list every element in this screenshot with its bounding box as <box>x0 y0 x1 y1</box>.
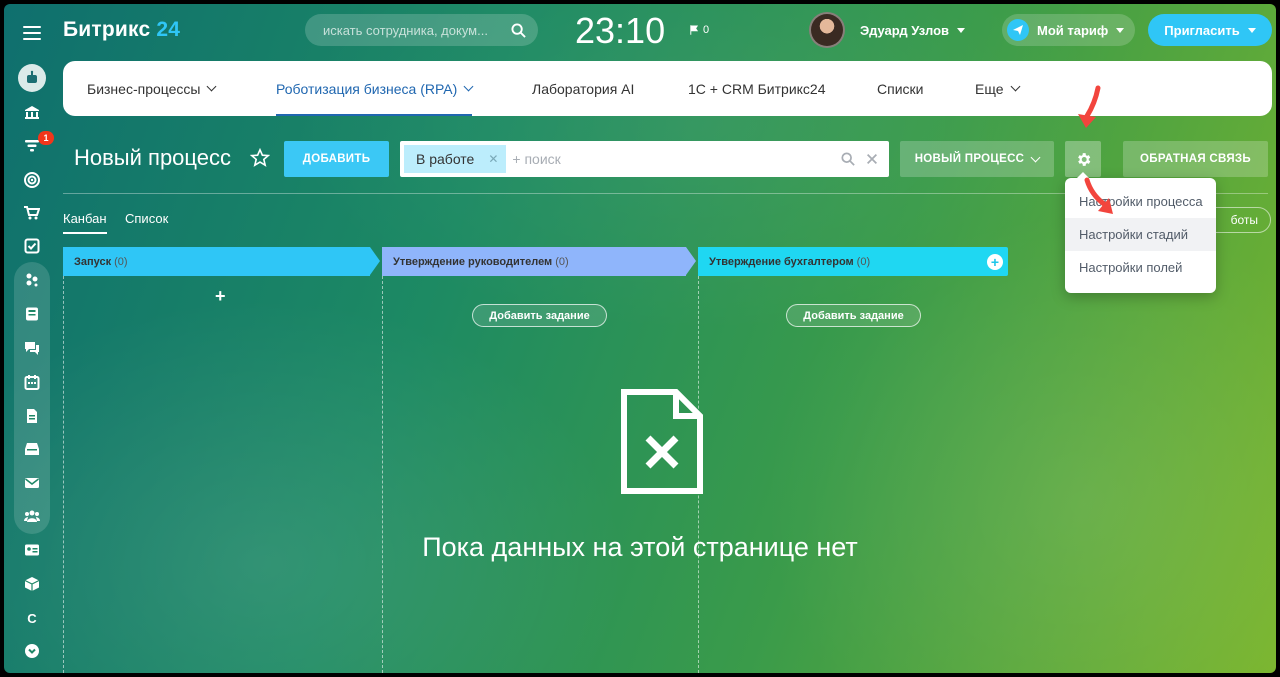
global-search[interactable]: искать сотрудника, докум... <box>305 14 538 46</box>
nav-item-label: Еще <box>975 80 1004 97</box>
stage-header-manager-approval[interactable]: Утверждение руководителем (0) <box>382 247 696 276</box>
flag-counter[interactable]: 0 <box>690 24 709 36</box>
user-menu[interactable]: Эдуард Узлов <box>860 23 966 38</box>
add-task-button[interactable]: Добавить задание <box>786 304 921 327</box>
nav-item-lists[interactable]: Списки <box>877 61 923 116</box>
column-border <box>63 276 64 673</box>
nav-item-label: Роботизация бизнеса (RPA) <box>276 80 458 97</box>
letter-c-icon[interactable]: C <box>20 606 44 630</box>
stage-count: (0) <box>555 255 569 268</box>
menu-icon[interactable] <box>23 26 41 44</box>
invite-button[interactable]: Пригласить <box>1148 14 1272 46</box>
clear-icon[interactable] <box>865 152 879 166</box>
stage-name: Утверждение бухгалтером <box>709 255 854 268</box>
stage-header-launch[interactable]: Запуск (0) <box>63 247 380 276</box>
tariff-button[interactable]: Мой тариф <box>1002 14 1135 46</box>
stage-header-accountant-approval[interactable]: Утверждение бухгалтером (0) <box>698 247 1008 276</box>
nav-item-ai-lab[interactable]: Лаборатория AI <box>532 61 634 116</box>
caret-down-icon <box>1116 27 1125 33</box>
checkbox-icon[interactable] <box>20 234 44 258</box>
chat-icon[interactable] <box>20 336 44 360</box>
chevron-down-icon <box>1030 152 1041 162</box>
menu-item-field-settings[interactable]: Настройки полей <box>1065 251 1216 284</box>
feedback-button[interactable]: ОБРАТНАЯ СВЯЗЬ <box>1123 141 1268 177</box>
robot-icon[interactable] <box>18 64 46 92</box>
app-logo[interactable]: Битрикс 24 <box>63 18 180 42</box>
close-icon[interactable]: ✕ <box>488 152 498 166</box>
avatar[interactable] <box>809 12 845 48</box>
stage-name: Утверждение руководителем <box>393 255 553 268</box>
filter-chip-label: В работе <box>416 151 475 167</box>
tab-list[interactable]: Список <box>125 211 168 232</box>
nav-item-label: Бизнес-процессы <box>87 80 201 97</box>
nav-item-label: Списки <box>877 80 924 97</box>
gear-icon <box>1077 152 1090 166</box>
left-sidebar: 1 C <box>4 4 60 673</box>
app-window: 1 C Битрикс 24 искать сотрудника, докум.… <box>4 4 1276 673</box>
document-icon[interactable] <box>20 404 44 428</box>
user-name: Эдуард Узлов <box>860 23 950 38</box>
new-process-label: НОВЫЙ ПРОЦЕСС <box>914 153 1025 165</box>
nav-item-more[interactable]: Еще <box>975 61 1020 116</box>
stage-arrow <box>370 247 380 275</box>
flag-count: 0 <box>703 24 710 36</box>
building-icon[interactable] <box>20 100 44 124</box>
nav-item-1c-crm[interactable]: 1С + CRM Битрикс24 <box>688 61 826 116</box>
nav-item-label: 1С + CRM Битрикс24 <box>688 80 826 97</box>
page-title: Новый процесс <box>74 145 231 170</box>
tab-kanban[interactable]: Канбан <box>63 211 107 234</box>
stage-count: (0) <box>856 255 871 268</box>
nav-item-label: Лаборатория AI <box>532 80 635 97</box>
stage-arrow <box>686 247 696 275</box>
inbox-icon[interactable] <box>20 437 44 461</box>
rocket-icon <box>1007 19 1029 41</box>
filter-input[interactable]: + поиск <box>512 151 841 167</box>
chevron-down-icon[interactable] <box>20 639 44 663</box>
search-input[interactable]: искать сотрудника, докум... <box>323 23 511 38</box>
news-icon[interactable] <box>20 302 44 326</box>
empty-document-icon <box>621 389 703 494</box>
add-item-icon[interactable]: + <box>215 286 226 307</box>
add-task-button[interactable]: Добавить задание <box>472 304 607 327</box>
star-icon[interactable] <box>249 147 271 168</box>
chevron-down-icon <box>207 81 217 92</box>
new-process-button[interactable]: НОВЫЙ ПРОЦЕСС <box>900 141 1054 177</box>
add-button[interactable]: ДОБАВИТЬ <box>284 141 389 177</box>
search-icon[interactable] <box>511 22 526 38</box>
annotation-arrow-icon <box>1084 177 1113 214</box>
add-stage-icon[interactable]: + <box>987 254 1003 270</box>
invite-label: Пригласить <box>1164 22 1240 38</box>
cart-icon[interactable] <box>20 201 44 225</box>
chevron-down-icon <box>1010 81 1020 92</box>
clock[interactable]: 23:10 <box>575 10 665 52</box>
nav-item-rpa[interactable]: Роботизация бизнеса (RPA) <box>276 61 474 116</box>
stage-count: (0) <box>114 255 128 268</box>
team-icon[interactable] <box>20 504 44 528</box>
caret-down-icon <box>957 28 966 33</box>
caret-down-icon <box>1247 27 1256 33</box>
apps-icon[interactable] <box>20 268 44 292</box>
search-icon[interactable] <box>841 152 855 166</box>
empty-state-text: Пока данных на этой странице нет <box>422 532 858 562</box>
calendar-icon[interactable] <box>20 370 44 394</box>
target-icon[interactable] <box>20 168 44 192</box>
stage-name: Запуск <box>74 255 112 268</box>
filter-search[interactable]: В работе ✕ + поиск <box>400 141 889 177</box>
tariff-label: Мой тариф <box>1037 22 1109 38</box>
chevron-down-icon <box>463 81 474 92</box>
column-border <box>382 276 383 673</box>
annotation-arrow-icon <box>1078 85 1101 128</box>
flag-icon <box>690 25 698 35</box>
filter-chip[interactable]: В работе ✕ <box>404 145 507 173</box>
mail-icon[interactable] <box>20 471 44 495</box>
notification-badge: 1 <box>38 131 54 145</box>
nav-item-business-processes[interactable]: Бизнес-процессы <box>87 61 217 116</box>
menu-item-stage-settings[interactable]: Настройки стадий <box>1065 218 1216 251</box>
box-icon[interactable] <box>20 572 44 596</box>
